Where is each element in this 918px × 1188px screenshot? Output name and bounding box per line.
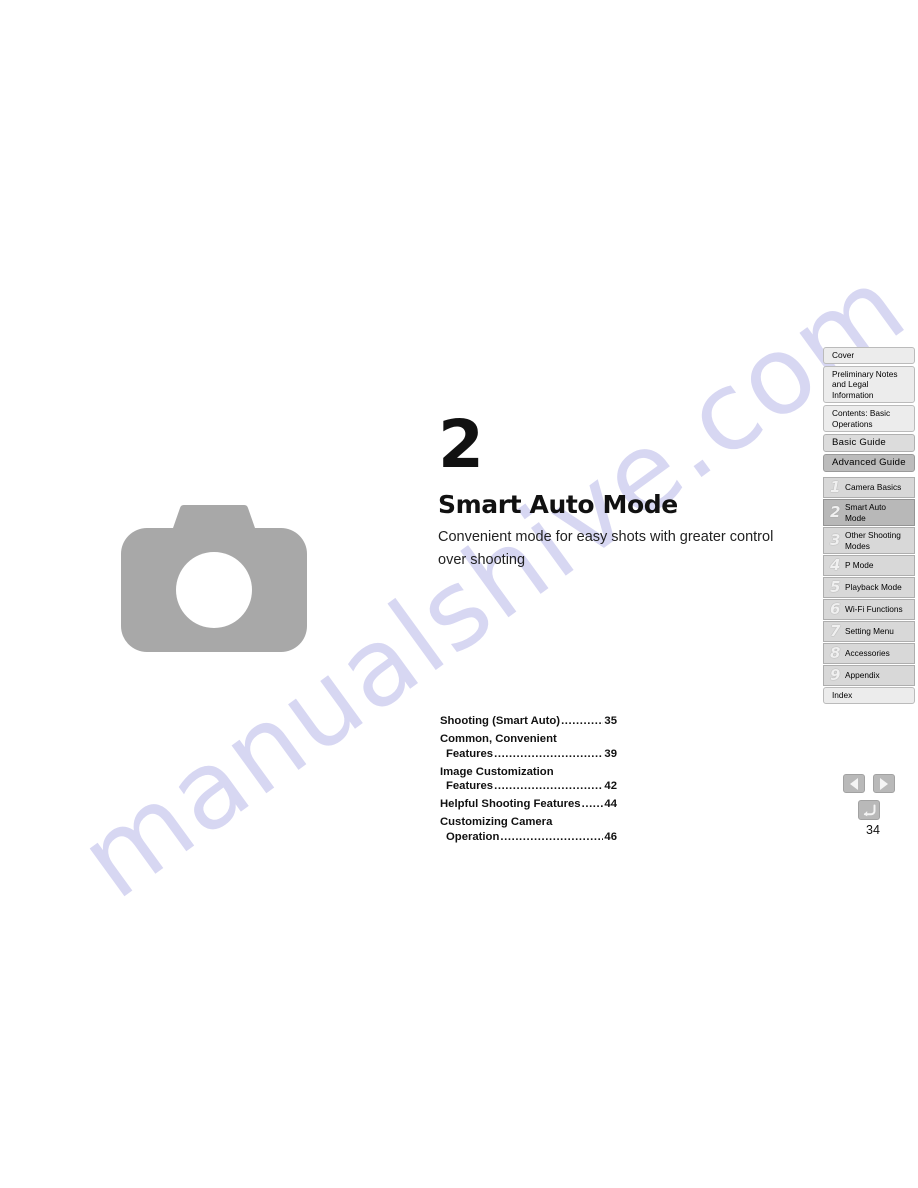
sidebar-item-label: Wi-Fi Functions xyxy=(845,604,903,615)
sidebar-item-number: 1 xyxy=(830,478,841,496)
sidebar-item-label: Appendix xyxy=(845,670,880,681)
toc-entry-line: Shooting (Smart Auto)...................… xyxy=(440,714,617,729)
next-page-icon[interactable] xyxy=(873,774,895,793)
toc-entry-label: Operation xyxy=(446,830,500,843)
sidebar-item-contents-basic-operations[interactable]: Contents: Basic Operations xyxy=(823,405,915,432)
sidebar-item-index[interactable]: Index xyxy=(823,687,915,704)
sidebar-item-label: Other Shooting Modes xyxy=(845,530,901,551)
sidebar-item-label: Index xyxy=(832,690,853,700)
sidebar-item-label: Contents: Basic Operations xyxy=(832,408,891,429)
sidebar-item-number: 2 xyxy=(830,503,841,521)
toc-entry-line: Features................................… xyxy=(440,747,617,762)
camera-icon xyxy=(121,502,307,653)
sidebar-item-label: Cover xyxy=(832,350,855,360)
sidebar-item-basic-guide[interactable]: Basic Guide xyxy=(823,434,915,452)
sidebar-item-number: 5 xyxy=(830,578,841,596)
toc-entry-label: Shooting (Smart Auto) xyxy=(440,715,561,727)
chapter-heading-block: 2 Smart Auto Mode Convenient mode for ea… xyxy=(438,406,798,572)
toc-entry-page-number: 39 xyxy=(604,747,617,760)
toc-entry-page-number: 42 xyxy=(604,780,617,792)
sidebar-item-number: 4 xyxy=(830,556,841,574)
sidebar-item-label: Preliminary Notes and Legal Information xyxy=(832,368,898,400)
sidebar-item-camera-basics[interactable]: 1 Camera Basics xyxy=(823,477,915,498)
sidebar-item-label: Smart Auto Mode xyxy=(845,502,887,523)
sidebar-item-number: 6 xyxy=(830,600,841,618)
toc-entry[interactable]: Helpful Shooting Features ..............… xyxy=(440,797,617,812)
chapter-navigation-sidebar[interactable]: Cover Preliminary Notes and Legal Informa… xyxy=(823,347,915,706)
sidebar-item-smart-auto-mode[interactable]: 2 Smart Auto Mode xyxy=(823,499,915,526)
sidebar-item-label: Camera Basics xyxy=(845,482,902,493)
sidebar-item-playback-mode[interactable]: 5 Playback Mode xyxy=(823,577,915,598)
toc-dot-leader: ........................................… xyxy=(494,747,604,760)
sidebar-item-cover[interactable]: Cover xyxy=(823,347,915,364)
toc-entry-line: Image Customization xyxy=(440,765,617,780)
toc-entry[interactable]: Customizing Camera Operation.............… xyxy=(440,815,617,844)
sidebar-item-preliminary-notes-and-legal-information[interactable]: Preliminary Notes and Legal Information xyxy=(823,365,915,403)
sidebar-item-other-shooting-modes[interactable]: 3 Other Shooting Modes xyxy=(823,527,915,554)
sidebar-item-number: 7 xyxy=(830,622,841,640)
sidebar-item-label: Basic Guide xyxy=(832,436,886,448)
sidebar-item-appendix[interactable]: 9 Appendix xyxy=(823,665,915,686)
toc-dot-leader: ........................................… xyxy=(561,715,603,727)
toc-entry-label: Customizing Camera xyxy=(440,816,553,828)
sidebar-item-number: 9 xyxy=(830,666,841,684)
toc-entry-label: Image Customization xyxy=(440,765,554,778)
toc-entry[interactable]: Common, Convenient Features..............… xyxy=(440,732,617,761)
chapter-description: Convenient mode for easy shots with grea… xyxy=(438,529,774,568)
sidebar-item-label: Playback Mode xyxy=(845,582,902,593)
toc-entry-label: Features xyxy=(446,747,494,760)
sidebar-item-p-mode[interactable]: 4 P Mode xyxy=(823,555,915,576)
sidebar-item-number: 8 xyxy=(830,644,841,662)
sidebar-item-setting-menu[interactable]: 7 Setting Menu xyxy=(823,621,915,642)
toc-dot-leader: ........................................… xyxy=(500,830,604,843)
sidebar-item-label: Setting Menu xyxy=(845,626,894,637)
right-arrow-glyph xyxy=(880,777,888,790)
page-title: Smart Auto Mode xyxy=(438,490,678,519)
sidebar-item-accessories[interactable]: 8 Accessories xyxy=(823,643,915,664)
toc-dot-leader: ........................................… xyxy=(494,780,604,792)
chapter-number: 2 xyxy=(438,406,484,483)
sidebar-item-number: 3 xyxy=(830,531,841,549)
page-number: 34 xyxy=(866,823,880,837)
toc-entry-label: Common, Convenient xyxy=(440,733,557,745)
sidebar-item-wi-fi-functions[interactable]: 6 Wi-Fi Functions xyxy=(823,599,915,620)
toc-entry-page-number: 46 xyxy=(604,830,617,843)
sidebar-item-label: P Mode xyxy=(845,560,874,571)
toc-entry-page-number: 44 xyxy=(604,798,617,810)
sidebar-item-label: Advanced Guide xyxy=(832,456,906,468)
toc-entry-line: Customizing Camera xyxy=(440,815,617,830)
toc-entry-page-number: 35 xyxy=(604,715,617,727)
toc-entry[interactable]: Image Customization Features.............… xyxy=(440,765,617,794)
toc-entry-line: Common, Convenient xyxy=(440,732,617,747)
toc-entry-label: Features xyxy=(446,780,494,792)
left-arrow-glyph xyxy=(850,777,858,790)
toc-entry-line: Operation...............................… xyxy=(440,830,617,845)
return-back-icon[interactable] xyxy=(858,800,880,820)
sidebar-item-label: Accessories xyxy=(845,648,890,659)
toc-entry-line: Features................................… xyxy=(440,779,617,794)
toc-entry[interactable]: Shooting (Smart Auto)...................… xyxy=(440,714,617,729)
sidebar-item-advanced-guide[interactable]: Advanced Guide xyxy=(823,454,915,472)
previous-page-icon[interactable] xyxy=(843,774,865,793)
chapter-table-of-contents: Shooting (Smart Auto)...................… xyxy=(440,714,617,848)
toc-dot-leader: ........................................… xyxy=(581,798,604,810)
toc-entry-line: Helpful Shooting Features ..............… xyxy=(440,797,617,812)
manual-page: 2 Smart Auto Mode Convenient mode for ea… xyxy=(0,0,918,1188)
toc-entry-label: Helpful Shooting Features xyxy=(440,798,581,810)
